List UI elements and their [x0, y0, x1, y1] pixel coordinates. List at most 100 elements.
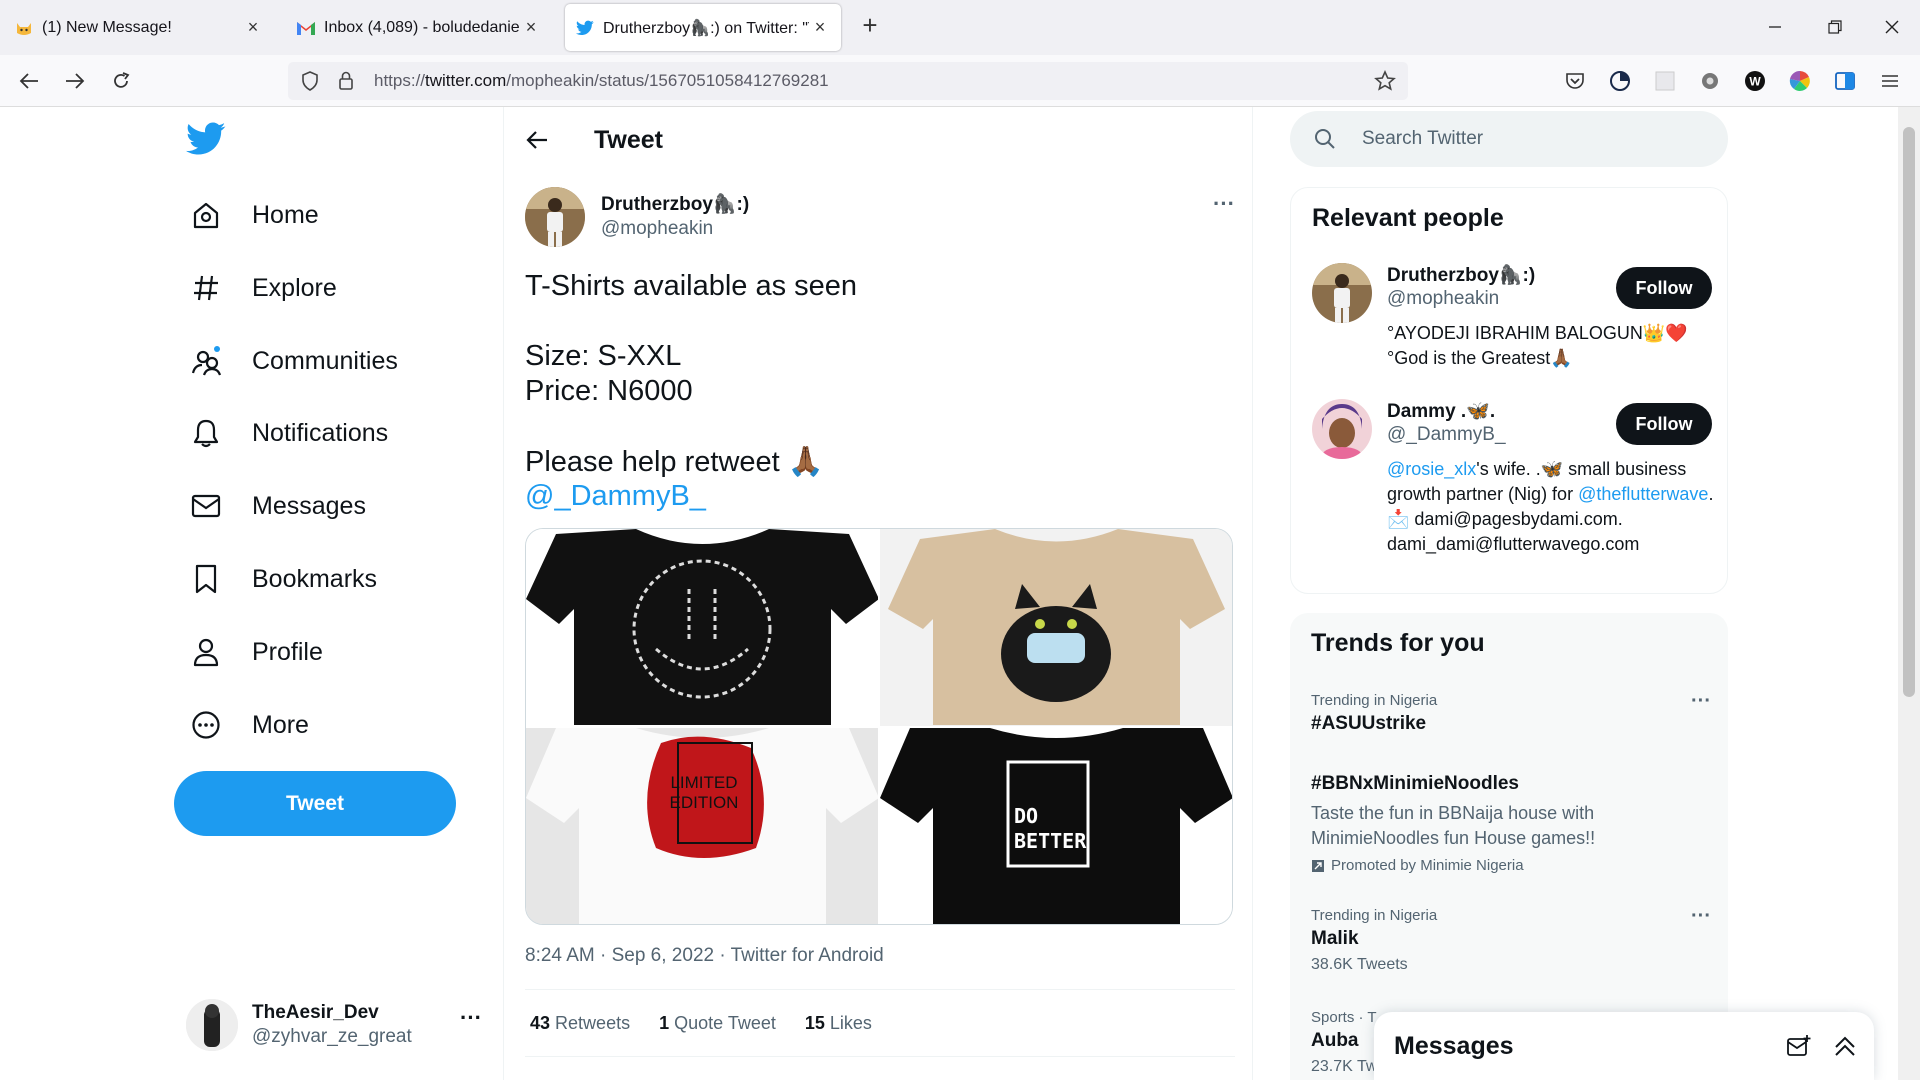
author-handle[interactable]: @mopheakin — [601, 218, 713, 240]
person-item[interactable]: Dammy .🦋. @_DammyB_ Follow @rosie_xlx's … — [1312, 399, 1713, 579]
tab-close-icon[interactable]: × — [242, 17, 264, 38]
back-arrow-icon[interactable] — [526, 130, 558, 150]
sidebar-item-label: Messages — [252, 491, 366, 520]
url-text[interactable]: https://twitter.com/mopheakin/status/156… — [374, 71, 829, 91]
tab-close-icon[interactable]: × — [809, 17, 831, 38]
quotes-count: 1 — [659, 1012, 670, 1033]
tab-twitter-active[interactable]: Drutherzboy🦍:) on Twitter: "T- × — [565, 4, 841, 51]
restore-icon[interactable] — [1820, 12, 1850, 42]
sidebar-item-label: Bookmarks — [252, 564, 378, 593]
more-dots-icon[interactable]: ··· — [1213, 191, 1235, 217]
card-title: Trends for you — [1311, 629, 1485, 657]
new-message-icon[interactable] — [1782, 1029, 1816, 1063]
bookmark-star-icon[interactable] — [1374, 70, 1396, 92]
hamburger-menu-icon[interactable] — [1877, 68, 1903, 94]
avatar[interactable] — [1312, 263, 1372, 323]
browser-nav-bar: https://twitter.com/mopheakin/status/156… — [0, 55, 1920, 107]
sidebar-item-messages[interactable]: Messages — [186, 480, 366, 532]
avatar — [186, 999, 238, 1051]
sidebar-item-explore[interactable]: Explore — [186, 262, 337, 314]
bio-mention-link[interactable]: @rosie_xlx — [1387, 459, 1476, 479]
tweet-stats: 43 Retweets 1 Quote Tweet 15 Likes — [525, 989, 1235, 1057]
scrollbar-thumb[interactable] — [1903, 127, 1915, 697]
tab-new-message[interactable]: (1) New Message! × — [4, 4, 274, 51]
search-input[interactable]: Search Twitter — [1362, 128, 1483, 150]
trends-card: Trends for you Trending in Nigeria #ASUU… — [1290, 613, 1728, 1080]
close-window-icon[interactable] — [1877, 12, 1907, 42]
shield-icon[interactable] — [296, 71, 324, 91]
browser-tab-bar: (1) New Message! × Inbox (4,089) - bolud… — [0, 0, 1920, 55]
search-box[interactable]: Search Twitter — [1290, 111, 1728, 167]
trend-item[interactable]: Trending in Nigeria Malik 38.6K Tweets ·… — [1311, 905, 1711, 974]
avatar[interactable] — [525, 187, 585, 247]
tweet-button[interactable]: Tweet — [174, 771, 456, 836]
quote-tweets-stat[interactable]: 1 Quote Tweet — [659, 1013, 776, 1034]
sidebar-item-home[interactable]: Home — [186, 189, 319, 241]
account-handle: @zyhvar_ze_great — [252, 1026, 412, 1047]
more-dots-icon[interactable]: ··· — [460, 1005, 482, 1031]
tab-gmail-inbox[interactable]: Inbox (4,089) - boludedaniel@g × — [286, 4, 552, 51]
tab-close-icon[interactable]: × — [520, 17, 542, 38]
sidebar-item-bookmarks[interactable]: Bookmarks — [186, 553, 377, 605]
trend-item[interactable]: Trending in Nigeria #ASUUstrike ··· — [1311, 690, 1711, 735]
shirt-print-text: EDITION — [670, 793, 739, 812]
person-name[interactable]: Drutherzboy🦍:) — [1387, 263, 1535, 287]
gear-extension-icon[interactable] — [1697, 68, 1723, 94]
tweet-mention-link[interactable]: @_DammyB_ — [525, 480, 706, 513]
tweet-text-line: Size: S-XXL — [525, 340, 682, 372]
person-item[interactable]: Drutherzboy🦍:) @mopheakin Follow °AYODEJ… — [1312, 263, 1712, 373]
color-wheel-extension-icon[interactable] — [1787, 68, 1813, 94]
person-name[interactable]: Dammy .🦋. — [1387, 399, 1495, 423]
person-handle[interactable]: @mopheakin — [1387, 288, 1499, 310]
follow-button[interactable]: Follow — [1616, 403, 1712, 445]
scrollbar[interactable] — [1898, 107, 1920, 1080]
messages-drawer-title: Messages — [1394, 1031, 1514, 1060]
bio-line: °AYODEJI IBRAHIM BALOGUN👑❤️ — [1387, 323, 1688, 343]
likes-stat[interactable]: 15 Likes — [805, 1013, 872, 1034]
tshirt-image-smiley[interactable] — [526, 529, 878, 726]
forward-icon[interactable] — [61, 67, 89, 95]
new-tab-button[interactable]: + — [858, 12, 882, 38]
author-name[interactable]: Drutherzboy🦍:) — [601, 192, 749, 216]
back-icon[interactable] — [15, 67, 43, 95]
relevant-people-card: Relevant people Drutherzboy🦍:) @mopheaki… — [1290, 187, 1728, 594]
more-dots-icon[interactable]: ··· — [1691, 905, 1711, 928]
envelope-icon — [186, 493, 226, 519]
trend-context: Trending in Nigeria — [1311, 907, 1438, 924]
more-dots-icon[interactable]: ··· — [1691, 690, 1711, 713]
account-switcher[interactable]: TheAesir_Dev @zyhvar_ze_great ··· — [186, 995, 482, 1055]
twitter-logo-icon[interactable] — [186, 122, 226, 156]
quotes-label: Quote Tweet — [674, 1012, 776, 1033]
tshirt-image-limited-edition[interactable]: LIMITED EDITION — [526, 727, 878, 924]
sidebar-item-notifications[interactable]: Notifications — [186, 407, 388, 459]
page-title: Tweet — [594, 125, 663, 154]
person-handle[interactable]: @_DammyB_ — [1387, 424, 1506, 446]
tweet-text-line: Please help retweet 🙏🏾 — [525, 446, 824, 478]
trend-item-promoted[interactable]: #BBNxMinimieNoodles Taste the fun in BBN… — [1311, 769, 1711, 874]
sidebar-extension-icon[interactable] — [1832, 68, 1858, 94]
follow-button[interactable]: Follow — [1616, 267, 1712, 309]
promoted-text: Promoted by Minimie Nigeria — [1331, 857, 1524, 874]
hashtag-icon — [186, 273, 226, 303]
pocket-icon[interactable] — [1562, 68, 1588, 94]
reload-icon[interactable] — [107, 67, 135, 95]
extension-placeholder-icon[interactable] — [1652, 68, 1678, 94]
sidebar-item-communities[interactable]: Communities — [186, 335, 398, 387]
w-extension-icon[interactable]: W — [1742, 68, 1768, 94]
retweets-stat[interactable]: 43 Retweets — [530, 1013, 630, 1034]
address-bar[interactable]: https://twitter.com/mopheakin/status/156… — [288, 62, 1408, 100]
bio-mention-link[interactable]: @theflutterwave — [1578, 484, 1708, 504]
tshirt-image-cat[interactable] — [880, 529, 1232, 726]
avatar[interactable] — [1312, 399, 1372, 459]
chevron-up-icon[interactable] — [1828, 1029, 1862, 1063]
tshirt-image-do-better[interactable]: DO BETTER — [880, 727, 1232, 924]
url-prefix: https:// — [374, 71, 426, 90]
messages-drawer[interactable]: Messages — [1374, 1012, 1874, 1080]
tweet-timestamp[interactable]: 8:24 AM · Sep 6, 2022 · Twitter for Andr… — [525, 945, 884, 967]
lock-icon[interactable] — [332, 71, 360, 91]
sidebar-item-profile[interactable]: Profile — [186, 626, 323, 678]
sidebar-item-more[interactable]: More — [186, 699, 309, 751]
minimize-icon[interactable] — [1760, 12, 1790, 42]
timer-extension-icon[interactable] — [1607, 68, 1633, 94]
trend-name: Malik — [1311, 928, 1359, 949]
